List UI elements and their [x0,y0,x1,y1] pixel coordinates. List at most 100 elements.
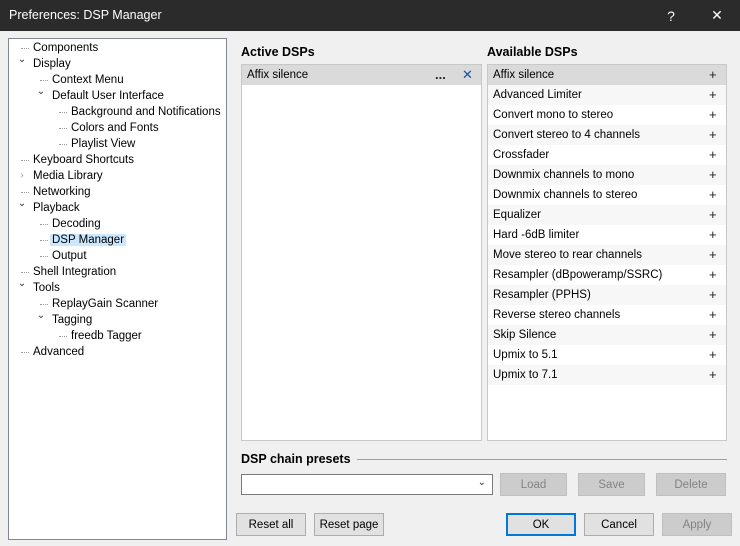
tree-connector [21,48,29,49]
add-icon[interactable]: + [709,285,717,305]
tree-connector [40,304,48,305]
tree-item[interactable]: freedb Tagger [59,328,144,344]
tree-connector [40,80,48,81]
tree-connector [59,128,67,129]
close-button[interactable]: ✕ [694,0,740,31]
available-dsp-item[interactable]: Move stereo to rear channels + [488,245,726,265]
available-dsp-item[interactable]: Resampler (PPHS) + [488,285,726,305]
available-dsp-label: Skip Silence [493,329,557,341]
add-icon[interactable]: + [709,165,717,185]
tree-item[interactable]: › Media Library [20,168,105,184]
cancel-button[interactable]: Cancel [584,513,654,536]
tree-item-label: Playlist View [71,138,136,150]
available-dsp-label: Reverse stereo channels [493,309,621,321]
tree-item[interactable]: ReplayGain Scanner [40,296,160,312]
available-dsp-item[interactable]: Convert mono to stereo + [488,105,726,125]
tree-item-label: Media Library [33,170,103,182]
tree-item-label: Default User Interface [52,90,164,102]
tree-connector [40,224,48,225]
tree-item[interactable]: Advanced [21,344,86,360]
help-button[interactable]: ? [648,0,694,31]
tree-connector [21,272,29,273]
available-dsp-item[interactable]: Skip Silence + [488,325,726,345]
available-dsp-label: Resampler (dBpoweramp/SSRC) [493,269,663,281]
chevron-down-icon[interactable]: ⌄ [17,196,27,212]
available-dsp-item[interactable]: Upmix to 7.1 + [488,365,726,385]
active-dsps-list[interactable]: Affix silence ... ✕ [241,64,482,441]
tree-item[interactable]: Components [21,40,100,56]
available-dsp-item[interactable]: Downmix channels to mono + [488,165,726,185]
available-dsp-item[interactable]: Affix silence + [488,65,726,85]
available-dsp-label: Convert stereo to 4 channels [493,129,641,141]
ok-button[interactable]: OK [506,513,576,536]
chevron-down-icon[interactable]: ⌄ [17,276,27,292]
tree-item[interactable]: Decoding [40,216,103,232]
add-icon[interactable]: + [709,305,717,325]
delete-button[interactable]: Delete [656,473,726,496]
divider [357,459,727,460]
available-dsp-item[interactable]: Advanced Limiter + [488,85,726,105]
active-dsp-item[interactable]: Affix silence ... ✕ [242,65,481,85]
tree-item[interactable]: DSP Manager [40,232,127,248]
tree-item[interactable]: ⌄ Tagging [37,310,94,328]
tree-item[interactable]: ⌄ Display [18,54,73,72]
available-dsp-item[interactable]: Hard -6dB limiter + [488,225,726,245]
available-dsp-item[interactable]: Resampler (dBpoweramp/SSRC) + [488,265,726,285]
tree-item[interactable]: Background and Notifications [59,104,223,120]
available-dsp-item[interactable]: Reverse stereo channels + [488,305,726,325]
remove-icon[interactable]: ✕ [462,65,473,85]
chevron-down-icon[interactable]: ⌄ [36,84,46,100]
tree-item[interactable]: Output [40,248,89,264]
save-button[interactable]: Save [578,473,645,496]
add-icon[interactable]: + [709,365,717,385]
preferences-tree[interactable]: Components ⌄ Display Context Menu ⌄ Default U… [8,38,227,540]
tree-item-label: DSP Manager [50,234,127,246]
available-dsp-label: Affix silence [493,69,555,81]
available-dsp-item[interactable]: Equalizer + [488,205,726,225]
chevron-right-icon[interactable]: › [17,168,27,184]
add-icon[interactable]: + [709,225,717,245]
tree-item-label: Networking [33,186,91,198]
tree-item[interactable]: ⌄ Playback [18,198,82,216]
available-dsp-item[interactable]: Upmix to 5.1 + [488,345,726,365]
tree-connector [59,112,67,113]
reset-page-button[interactable]: Reset page [314,513,384,536]
add-icon[interactable]: + [709,245,717,265]
chevron-down-icon[interactable]: ⌄ [17,52,27,68]
add-icon[interactable]: + [709,265,717,285]
configure-button[interactable]: ... [435,65,446,85]
add-icon[interactable]: + [709,125,717,145]
tree-item[interactable]: Colors and Fonts [59,120,161,136]
add-icon[interactable]: + [709,325,717,345]
tree-item[interactable]: ⌄ Tools [18,278,62,296]
tree-item[interactable]: Networking [21,184,93,200]
tree-item-label: Background and Notifications [71,106,221,118]
available-dsp-item[interactable]: Crossfader + [488,145,726,165]
available-dsp-label: Crossfader [493,149,550,161]
available-dsp-item[interactable]: Convert stereo to 4 channels + [488,125,726,145]
add-icon[interactable]: + [709,65,717,85]
tree-item[interactable]: Keyboard Shortcuts [21,152,136,168]
add-icon[interactable]: + [709,185,717,205]
tree-item[interactable]: Shell Integration [21,264,118,280]
add-icon[interactable]: + [709,85,717,105]
available-dsp-item[interactable]: Downmix channels to stereo + [488,185,726,205]
add-icon[interactable]: + [709,145,717,165]
add-icon[interactable]: + [709,345,717,365]
tree-connector [59,336,67,337]
presets-combo[interactable]: ⌄ [241,474,493,495]
tree-item[interactable]: Context Menu [40,72,126,88]
tree-item[interactable]: ⌄ Default User Interface [37,86,166,104]
reset-all-button[interactable]: Reset all [236,513,306,536]
tree-item-label: freedb Tagger [71,330,142,342]
active-dsp-label: Affix silence [247,69,309,81]
apply-button[interactable]: Apply [662,513,732,536]
tree-item-label: Tagging [52,314,93,326]
available-dsp-label: Resampler (PPHS) [493,289,591,301]
add-icon[interactable]: + [709,105,717,125]
chevron-down-icon[interactable]: ⌄ [36,308,46,324]
available-dsps-list[interactable]: Affix silence + Advanced Limiter + Convert m… [487,64,727,441]
load-button[interactable]: Load [500,473,567,496]
add-icon[interactable]: + [709,205,717,225]
tree-item[interactable]: Playlist View [59,136,137,152]
